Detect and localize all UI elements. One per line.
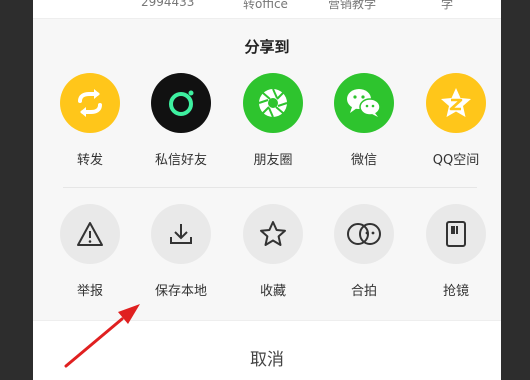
annotation-arrow: [64, 304, 140, 368]
